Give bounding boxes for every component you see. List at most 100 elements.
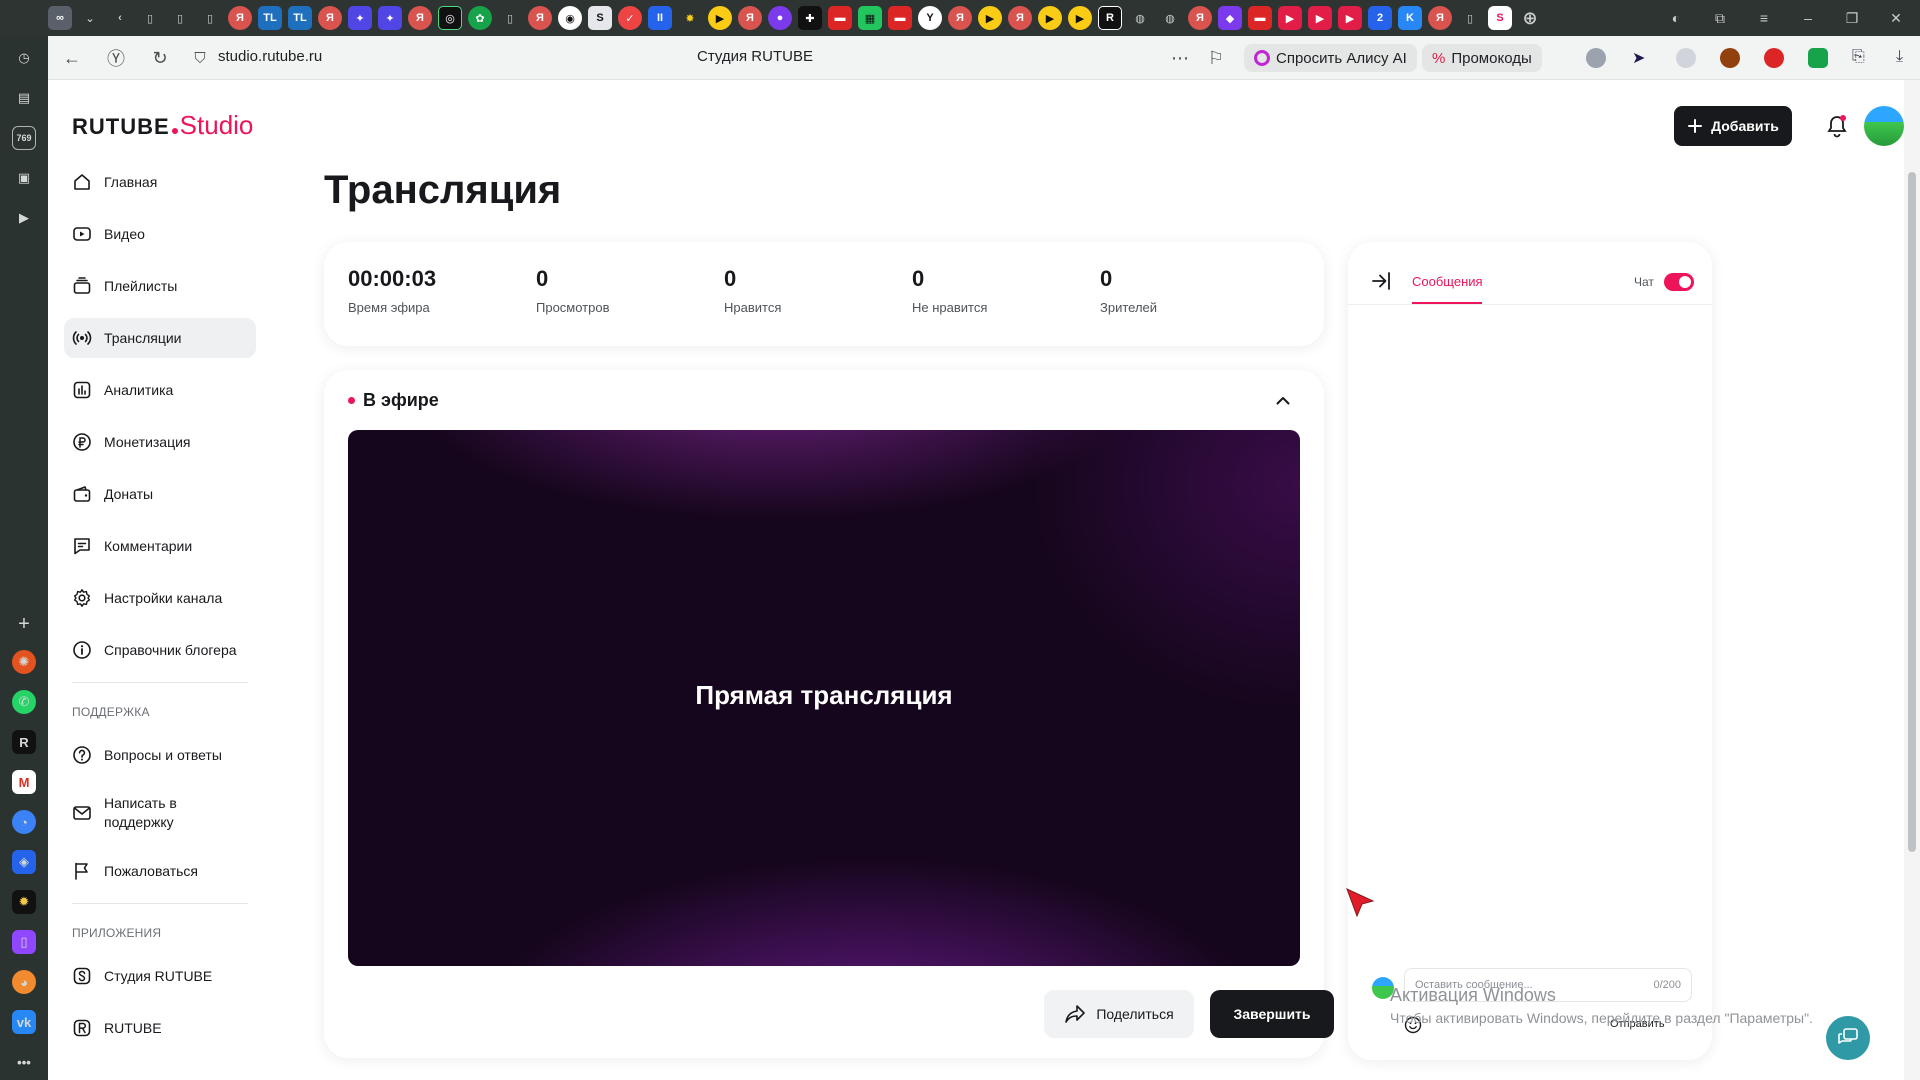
whatsapp-icon[interactable]: ✆ (12, 690, 36, 714)
sidebar-item-monetization[interactable]: Монетизация (64, 422, 256, 462)
tab-icon[interactable]: ✚ (798, 6, 822, 30)
tab-icon[interactable]: Я (738, 6, 762, 30)
reload-icon[interactable]: ↻ (148, 46, 172, 70)
sidebar-item-donations[interactable]: Донаты (64, 474, 256, 514)
sidebar-item-write-support[interactable]: Написать в поддержку (64, 787, 256, 839)
tab-icon[interactable]: Я (1188, 6, 1212, 30)
tab-icon[interactable]: ▬ (1248, 6, 1272, 30)
end-broadcast-button[interactable]: Завершить (1210, 990, 1334, 1038)
tab-icon[interactable]: Я (318, 6, 342, 30)
sun-app-icon[interactable]: ✹ (12, 890, 36, 914)
sidebar-item-channel-settings[interactable]: Настройки канала (64, 578, 256, 618)
add-icon[interactable]: + (12, 612, 36, 636)
screenshot-icon[interactable]: ▣ (12, 166, 36, 190)
tab-icon[interactable]: ✦ (378, 6, 402, 30)
cloud-extension-icon[interactable] (1676, 48, 1696, 68)
chat-toggle[interactable] (1664, 273, 1694, 291)
scrollbar-thumb[interactable] (1908, 172, 1916, 852)
green-extension-icon[interactable] (1808, 48, 1828, 68)
bookmark-icon[interactable]: ⚐ (1204, 46, 1228, 70)
tab-icon[interactable]: Я (228, 6, 252, 30)
tab-icon[interactable]: ✿ (468, 6, 492, 30)
tab-icon[interactable]: S (588, 6, 612, 30)
history-icon[interactable]: ◷ (12, 46, 36, 70)
sidebar-item-comments[interactable]: Комментарии (64, 526, 256, 566)
record-extension-icon[interactable] (1764, 48, 1784, 68)
tab-icon[interactable]: K (1398, 6, 1422, 30)
reader-icon[interactable]: ▤ (12, 86, 36, 110)
menu-icon[interactable]: ≡ (1752, 6, 1776, 30)
share-button[interactable]: Поделиться (1044, 990, 1194, 1038)
more-dots-icon[interactable]: ⋯ (1168, 46, 1192, 70)
tab-icon[interactable]: ◍ (1128, 6, 1152, 30)
app-orange-icon[interactable]: ◕ (12, 970, 36, 994)
tab-icon[interactable]: ◉ (558, 6, 582, 30)
tab-icon[interactable]: Я (528, 6, 552, 30)
security-shield-icon[interactable]: ⛉ (188, 46, 212, 70)
close-icon[interactable]: ✕ (1884, 6, 1908, 30)
counter-icon[interactable]: 769 (12, 126, 36, 150)
tab-icon[interactable]: II (648, 6, 672, 30)
tab-icon[interactable]: TL (288, 6, 312, 30)
tab-icon[interactable]: R (1098, 6, 1122, 30)
cookie-extension-icon[interactable] (1720, 48, 1740, 68)
tab-icon[interactable]: 2 (1368, 6, 1392, 30)
chevron-up-icon[interactable] (1274, 392, 1292, 410)
tab-icon[interactable]: Я (408, 6, 432, 30)
download-icon[interactable]: ⤓ (1896, 48, 1916, 68)
sidebar-item-faq[interactable]: Вопросы и ответы (64, 735, 256, 775)
gmail-icon[interactable]: M (12, 770, 36, 794)
promo-codes-button[interactable]: % Промокоды (1422, 44, 1542, 72)
tab-icon[interactable]: ▶ (1338, 6, 1362, 30)
tab-active-icon[interactable]: S (1488, 6, 1512, 30)
tab-icon[interactable]: TL (258, 6, 282, 30)
user-avatar[interactable] (1864, 106, 1904, 146)
tab-icon[interactable]: Я (948, 6, 972, 30)
tab-icon[interactable]: ● (768, 6, 792, 30)
rutube-studio-logo[interactable]: RUTUBE Studio (72, 110, 253, 148)
tab-list-icon[interactable]: ⌄ (78, 6, 102, 30)
ask-alice-button[interactable]: Спросить Алису AI (1244, 44, 1417, 72)
sidebar-item-video[interactable]: Видео (64, 214, 256, 254)
tab-icon[interactable]: ▶ (1308, 6, 1332, 30)
maximize-icon[interactable]: ❐ (1840, 6, 1864, 30)
url-text[interactable]: studio.rutube.ru (218, 48, 322, 65)
tab-icon[interactable]: ◆ (1218, 6, 1242, 30)
collapse-panel-icon[interactable] (1370, 270, 1392, 292)
tab-icon[interactable]: ▶ (1038, 6, 1062, 30)
tab-icon[interactable]: ▯ (198, 6, 222, 30)
tab-icon[interactable]: ▯ (1458, 6, 1482, 30)
tab-icon[interactable]: Я (1008, 6, 1032, 30)
rutube-icon[interactable]: R (12, 730, 36, 754)
yandex-icon[interactable]: Ⓨ (104, 46, 128, 70)
tab-icon[interactable]: ▶ (978, 6, 1002, 30)
tab-icon[interactable]: ▯ (168, 6, 192, 30)
sidebar-item-home[interactable]: Главная (64, 162, 256, 202)
tab-icon[interactable]: ✓ (618, 6, 642, 30)
sidebar-item-playlists[interactable]: Плейлисты (64, 266, 256, 306)
sidebar-item-analytics[interactable]: Аналитика (64, 370, 256, 410)
tab-icon[interactable]: ▬ (828, 6, 852, 30)
support-chat-button[interactable] (1826, 1016, 1870, 1060)
tab-icon[interactable]: ✦ (348, 6, 372, 30)
back-icon[interactable]: ← (60, 46, 84, 70)
tab-icon[interactable]: ▬ (888, 6, 912, 30)
tab-icon[interactable]: ✸ (678, 6, 702, 30)
extension-icon[interactable]: ◐ (1664, 6, 1688, 30)
tab-icon[interactable]: ▦ (858, 6, 882, 30)
bell-icon[interactable] (1826, 114, 1848, 138)
tab-icon[interactable]: ▯ (138, 6, 162, 30)
tab-icon[interactable]: ▶ (1278, 6, 1302, 30)
collections-icon[interactable]: ⧉ (1708, 6, 1732, 30)
tab-icon[interactable]: ◍ (1158, 6, 1182, 30)
video-player[interactable]: Прямая трансляция (348, 430, 1300, 966)
tab-icon[interactable]: ◎ (438, 6, 462, 30)
sidebar-item-studio-app[interactable]: Студия RUTUBE (64, 956, 256, 996)
tab-icon[interactable]: ▶ (708, 6, 732, 30)
messenger-icon[interactable]: ◔ (12, 810, 36, 834)
sidebar-item-broadcasts[interactable]: Трансляции (64, 318, 256, 358)
screenshot-extension-icon[interactable]: ⎘ (1852, 48, 1872, 68)
minimize-icon[interactable]: – (1796, 6, 1820, 30)
app-blue-icon[interactable]: ◈ (12, 850, 36, 874)
more-icon[interactable]: ••• (12, 1050, 36, 1074)
